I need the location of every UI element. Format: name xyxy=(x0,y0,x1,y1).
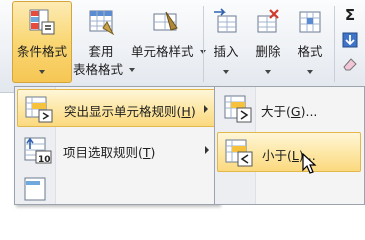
sigma-icon: Σ xyxy=(344,6,356,24)
submenu-item-label: 大于(G)... xyxy=(261,101,317,120)
insert-button[interactable]: 插入 xyxy=(206,1,246,83)
ribbon: 条件格式 套用 表格格式 单元格样式 插入 删除 格式 Σ xyxy=(0,0,365,93)
highlight-rules-submenu: 大于(G)... 小于(L)... xyxy=(214,86,365,205)
insert-label: 插入 xyxy=(213,44,239,59)
shortcut-suffix: ) xyxy=(150,145,156,160)
ribbon-separator xyxy=(334,6,335,82)
cell-styles-label: 单元格样式 xyxy=(131,44,206,60)
shortcut-key: T xyxy=(142,145,151,160)
submenu-item-greater-than[interactable]: 大于(G)... xyxy=(217,89,361,129)
chevron-down-icon xyxy=(223,70,229,74)
cell-styles-button[interactable]: 单元格样式 xyxy=(130,1,206,83)
conditional-format-label: 条件格式 xyxy=(16,44,67,59)
fill-down-icon xyxy=(342,32,358,48)
menu-item-label: 项目选取规则(T) xyxy=(63,142,155,161)
data-bars-icon xyxy=(24,177,46,201)
mouse-cursor-icon xyxy=(302,153,317,174)
menu-item-highlight-cells-rules[interactable]: 突出显示单元格规则(H) xyxy=(17,89,217,127)
table-format-icon xyxy=(89,10,115,36)
delete-label: 删除 xyxy=(255,44,281,59)
menu-item-next[interactable] xyxy=(17,173,217,203)
insert-cells-icon xyxy=(214,8,237,33)
format-cells-icon xyxy=(299,11,321,33)
autosum-button[interactable]: Σ xyxy=(341,6,359,24)
greater-than-icon xyxy=(224,95,252,123)
ribbon-separator xyxy=(203,6,204,82)
submenu-arrow-icon xyxy=(205,146,209,154)
highlight-rules-icon xyxy=(25,96,53,123)
submenu-item-text: 小于 xyxy=(262,148,288,163)
submenu-arrow-icon xyxy=(204,105,208,113)
shortcut-key: H xyxy=(181,104,191,119)
menu-item-label: 突出显示单元格规则(H) xyxy=(64,101,196,120)
chevron-down-icon xyxy=(307,70,313,74)
clear-button[interactable] xyxy=(342,56,358,72)
submenu-item-text: 大于 xyxy=(261,104,287,119)
conditional-format-icon xyxy=(29,9,55,35)
shortcut-suffix: )... xyxy=(300,104,318,119)
table-format-label-1: 套用 xyxy=(88,44,114,59)
fill-button[interactable] xyxy=(342,32,358,48)
eraser-icon xyxy=(343,58,357,71)
format-label: 格式 xyxy=(297,44,323,59)
menu-item-text: 项目选取规则 xyxy=(63,145,139,160)
shortcut-key: L xyxy=(291,148,299,163)
chevron-down-icon xyxy=(39,70,45,74)
format-as-table-button[interactable]: 套用 表格格式 xyxy=(72,1,135,83)
conditional-format-button[interactable]: 条件格式 xyxy=(12,1,72,83)
cell-styles-icon xyxy=(153,11,178,31)
top-bottom-icon-text: 10 xyxy=(38,155,51,165)
submenu-item-less-than[interactable]: 小于(L)... xyxy=(217,132,361,172)
delete-cells-icon xyxy=(257,9,279,33)
menu-item-top-bottom-rules[interactable]: 10 项目选取规则(T) xyxy=(17,131,217,169)
menu-item-text: 突出显示单元格规则 xyxy=(64,104,177,119)
chevron-down-icon xyxy=(265,70,271,74)
less-than-icon xyxy=(225,139,253,167)
shortcut-key: G xyxy=(290,104,301,119)
table-format-label-2: 表格格式 xyxy=(73,62,135,78)
format-button[interactable]: 格式 xyxy=(290,1,330,83)
conditional-format-menu: 突出显示单元格规则(H) 10 项目选取规则(T) xyxy=(14,86,219,205)
table-format-label-2-text: 表格格式 xyxy=(73,62,124,77)
cell-styles-label-text: 单元格样式 xyxy=(131,44,194,59)
shortcut-suffix: ) xyxy=(190,104,196,119)
delete-button[interactable]: 删除 xyxy=(248,1,288,83)
